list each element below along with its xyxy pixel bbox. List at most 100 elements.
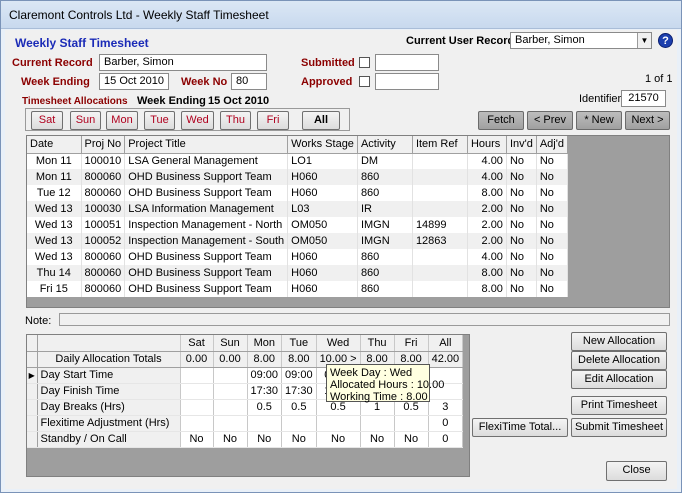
table-row[interactable]: Fri 15 800060 OHD Business Support Team H06… xyxy=(27,281,568,297)
summary-cell[interactable]: 09:00 xyxy=(281,367,317,384)
summary-cell[interactable]: 17:30 xyxy=(247,383,283,400)
summary-cell[interactable]: 0.5 xyxy=(247,399,283,416)
col-works-stage[interactable]: Works Stage xyxy=(287,136,358,154)
current-user-select[interactable]: Barber, Simon ▼ xyxy=(510,32,652,49)
day-button-tue[interactable]: Tue xyxy=(144,111,175,130)
summary-cell[interactable] xyxy=(247,415,283,432)
day-button-fri[interactable]: Fri xyxy=(257,111,289,130)
table-cell: OM050 xyxy=(287,233,358,249)
summary-cell[interactable] xyxy=(180,415,214,432)
new-allocation-button[interactable]: New Allocation xyxy=(571,332,667,351)
summary-col-thu: Thu xyxy=(360,335,395,352)
summary-cell[interactable] xyxy=(213,399,248,416)
note-field[interactable] xyxy=(59,313,670,326)
summary-row[interactable]: Flexitime Adjustment (Hrs) 0 xyxy=(27,415,464,432)
summary-cell[interactable] xyxy=(213,415,248,432)
edit-allocation-button[interactable]: Edit Allocation xyxy=(571,370,667,389)
allocations-grid: Date Proj No Project Title Works Stage A… xyxy=(26,135,670,308)
table-cell: No xyxy=(536,201,568,217)
summary-cell[interactable] xyxy=(213,383,248,400)
table-cell xyxy=(412,169,468,185)
submitted-checkbox[interactable] xyxy=(359,57,370,68)
day-button-sat[interactable]: Sat xyxy=(31,111,63,130)
new-button[interactable]: * New xyxy=(576,111,622,130)
summary-cell[interactable]: 0 xyxy=(428,431,464,448)
summary-cell[interactable] xyxy=(316,415,361,432)
summary-cell[interactable]: 09:00 xyxy=(247,367,283,384)
day-button-thu[interactable]: Thu xyxy=(220,111,251,130)
submit-timesheet-button[interactable]: Submit Timesheet xyxy=(571,418,667,437)
summary-row-label: Day Finish Time xyxy=(37,383,181,400)
table-cell: No xyxy=(506,265,537,281)
timesheet-window: Claremont Controls Ltd - Weekly Staff Ti… xyxy=(0,0,682,493)
summary-row[interactable]: Standby / On Call No No No No No No No 0 xyxy=(27,431,464,448)
table-row[interactable]: Wed 13 800060 OHD Business Support Team H06… xyxy=(27,249,568,265)
print-timesheet-button[interactable]: Print Timesheet xyxy=(571,396,667,415)
table-cell: 2.00 xyxy=(467,217,507,233)
summary-cell[interactable]: 17:30 xyxy=(281,383,317,400)
col-item-ref[interactable]: Item Ref xyxy=(412,136,468,154)
summary-cell[interactable] xyxy=(180,367,214,384)
col-proj-no[interactable]: Proj No xyxy=(81,136,126,154)
table-row[interactable]: Tue 12 800060 OHD Business Support Team H06… xyxy=(27,185,568,201)
table-row[interactable]: Thu 14 800060 OHD Business Support Team H06… xyxy=(27,265,568,281)
summary-cell[interactable]: 0.5 xyxy=(281,399,317,416)
allocations-table: Date Proj No Project Title Works Stage A… xyxy=(27,136,568,297)
summary-total-cell: 0.00 xyxy=(213,351,248,368)
col-project-title[interactable]: Project Title xyxy=(124,136,289,154)
col-date[interactable]: Date xyxy=(27,136,82,154)
approved-field[interactable] xyxy=(375,73,439,90)
delete-allocation-button[interactable]: Delete Allocation xyxy=(571,351,667,370)
summary-cell[interactable] xyxy=(360,415,395,432)
table-cell: 8.00 xyxy=(467,281,507,297)
table-row[interactable]: Wed 13 100030 LSA Information Management L0… xyxy=(27,201,568,217)
week-no-field[interactable]: 80 xyxy=(231,73,267,90)
help-icon[interactable]: ? xyxy=(658,33,673,48)
summary-cell[interactable]: No xyxy=(316,431,361,448)
row-indicator xyxy=(27,415,38,432)
form-body: Weekly Staff Timesheet Current User Reco… xyxy=(5,30,677,489)
next-button[interactable]: Next > xyxy=(625,111,670,130)
summary-col-all: All xyxy=(428,335,464,352)
day-button-wed[interactable]: Wed xyxy=(181,111,214,130)
week-ending-field[interactable]: 15 Oct 2010 xyxy=(99,73,169,90)
table-row[interactable]: Wed 13 100052 Inspection Management - Sout… xyxy=(27,233,568,249)
summary-total-cell: 42.00 xyxy=(428,351,464,368)
summary-cell[interactable]: No xyxy=(180,431,214,448)
col-hours[interactable]: Hours xyxy=(467,136,507,154)
summary-cell[interactable]: 3 xyxy=(428,399,464,416)
approved-checkbox[interactable] xyxy=(359,76,370,87)
col-invd[interactable]: Inv'd xyxy=(506,136,537,154)
summary-cell[interactable]: No xyxy=(394,431,429,448)
identifier-field[interactable]: 21570 xyxy=(621,90,666,107)
submitted-field[interactable] xyxy=(375,54,439,71)
chevron-down-icon[interactable]: ▼ xyxy=(637,33,651,48)
summary-cell[interactable] xyxy=(281,415,317,432)
col-adjd[interactable]: Adj'd xyxy=(536,136,568,154)
day-summary-tooltip: Week Day : Wed Allocated Hours : 10.00 W… xyxy=(326,364,444,403)
day-button-sun[interactable]: Sun xyxy=(70,111,101,130)
col-activity[interactable]: Activity xyxy=(357,136,413,154)
summary-cell[interactable] xyxy=(394,415,429,432)
day-button-all[interactable]: All xyxy=(302,111,340,130)
day-button-mon[interactable]: Mon xyxy=(106,111,138,130)
allocations-week-ending-label: Week Ending xyxy=(137,95,206,107)
fetch-button[interactable]: Fetch xyxy=(478,111,524,130)
summary-cell[interactable]: 0 xyxy=(428,415,464,432)
summary-cell[interactable]: No xyxy=(247,431,283,448)
current-record-field[interactable]: Barber, Simon xyxy=(99,54,267,71)
close-button[interactable]: Close xyxy=(606,461,667,481)
table-row[interactable]: Mon 11 800060 OHD Business Support Team H06… xyxy=(27,169,568,185)
summary-cell[interactable]: No xyxy=(213,431,248,448)
summary-cell[interactable] xyxy=(180,383,214,400)
flexitime-total-button[interactable]: FlexiTime Total... xyxy=(472,418,568,437)
summary-cell[interactable] xyxy=(180,399,214,416)
current-user-label: Current User Record xyxy=(406,35,515,47)
table-row[interactable]: Wed 13 100051 Inspection Management - Nort… xyxy=(27,217,568,233)
table-row[interactable]: Mon 11 100010 LSA General Management LO1 DM 4… xyxy=(27,153,568,169)
summary-cell[interactable] xyxy=(213,367,248,384)
prev-button[interactable]: < Prev xyxy=(527,111,573,130)
table-cell: 800060 xyxy=(81,185,126,201)
summary-cell[interactable]: No xyxy=(360,431,395,448)
summary-cell[interactable]: No xyxy=(281,431,317,448)
